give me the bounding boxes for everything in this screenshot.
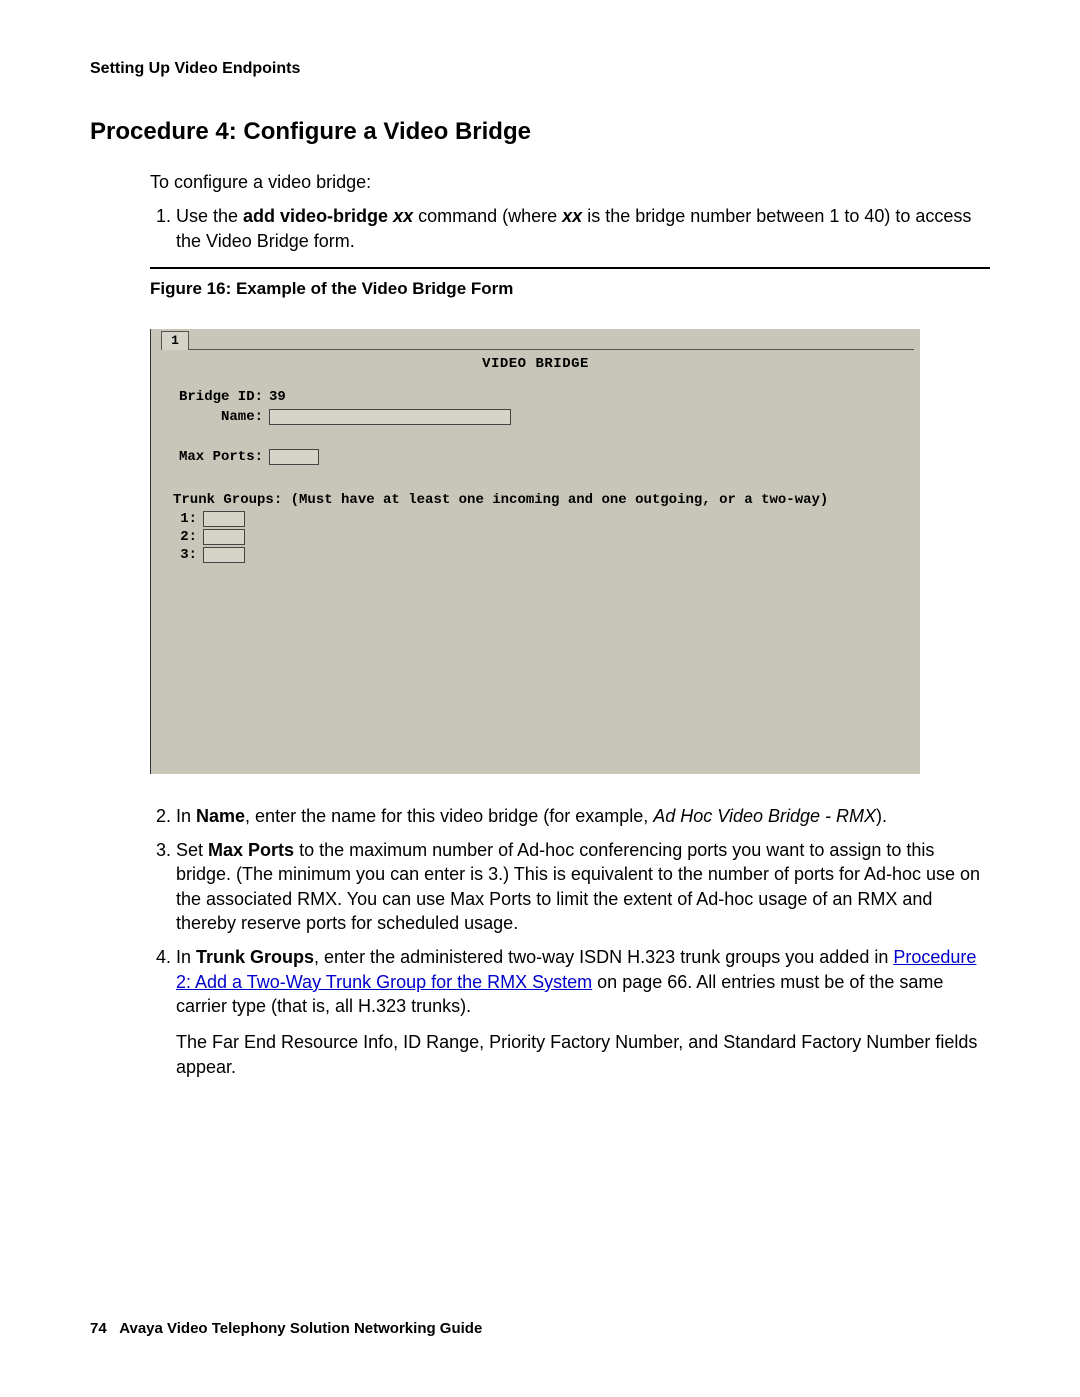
step-1: Use the add video-bridge xx command (whe… <box>176 204 990 253</box>
name-label: Name: <box>173 409 269 425</box>
trunk-groups-heading: Trunk Groups: (Must have at least one in… <box>173 492 908 508</box>
page-number: 74 <box>90 1320 107 1337</box>
name-input[interactable] <box>269 409 511 425</box>
terminal-tab-1: 1 <box>161 331 189 350</box>
bridge-id-value: 39 <box>269 389 286 405</box>
procedure-title: Procedure 4: Configure a Video Bridge <box>90 118 990 146</box>
terminal-tabs: 1 <box>151 329 920 350</box>
terminal-screen: 1 VIDEO BRIDGE Bridge ID: 39 Name: Max P… <box>150 329 920 774</box>
running-head: Setting Up Video Endpoints <box>90 60 990 78</box>
intro-text: To configure a video bridge: <box>150 170 990 194</box>
trunk-group-row-3: 3: <box>173 546 908 564</box>
step-2: In Name, enter the name for this video b… <box>176 804 990 828</box>
max-ports-label: Max Ports: <box>173 449 269 465</box>
trunk-group-2-input[interactable] <box>203 529 245 545</box>
figure-caption: Figure 16: Example of the Video Bridge F… <box>150 279 990 299</box>
trunk-group-3-input[interactable] <box>203 547 245 563</box>
step-3: Set Max Ports to the maximum number of A… <box>176 838 990 935</box>
step-4-para2: The Far End Resource Info, ID Range, Pri… <box>176 1030 990 1079</box>
terminal-figure: 1 VIDEO BRIDGE Bridge ID: 39 Name: Max P… <box>150 329 920 774</box>
trunk-group-1-input[interactable] <box>203 511 245 527</box>
trunk-group-row-2: 2: <box>173 528 908 546</box>
step-list-bottom: In Name, enter the name for this video b… <box>150 804 990 1079</box>
step-list-top: Use the add video-bridge xx command (whe… <box>150 204 990 253</box>
max-ports-input[interactable] <box>269 449 319 465</box>
footer-title: Avaya Video Telephony Solution Networkin… <box>119 1320 482 1337</box>
bridge-id-label: Bridge ID: <box>173 389 269 405</box>
page-footer: 74 Avaya Video Telephony Solution Networ… <box>90 1320 482 1337</box>
terminal-title: VIDEO BRIDGE <box>151 350 920 388</box>
figure-rule <box>150 267 990 269</box>
step-4: In Trunk Groups, enter the administered … <box>176 945 990 1078</box>
trunk-group-row-1: 1: <box>173 510 908 528</box>
